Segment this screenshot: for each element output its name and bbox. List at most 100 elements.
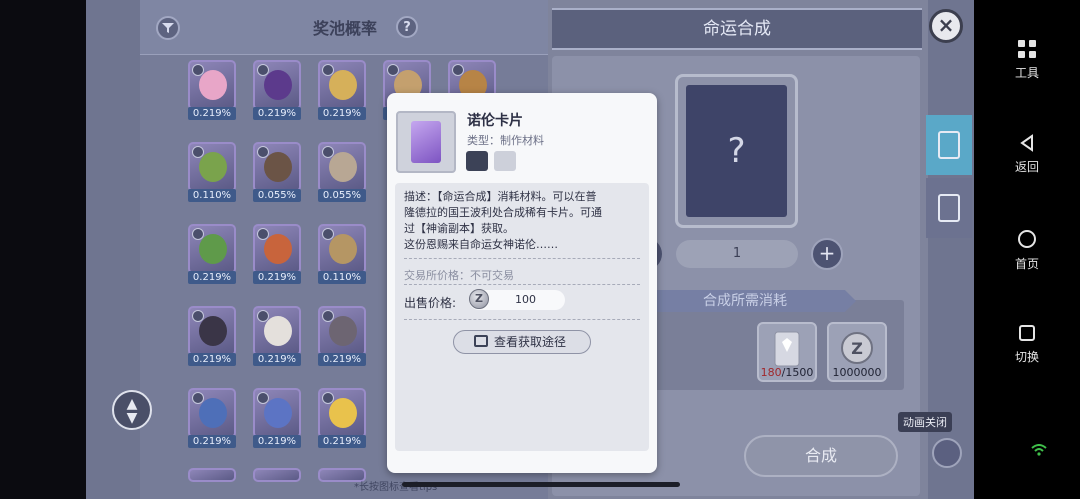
quantity-input[interactable]: 1: [676, 240, 798, 268]
pool-card[interactable]: 0.055%: [253, 142, 301, 204]
plus-button[interactable]: +: [811, 238, 843, 270]
source-list-icon: [474, 335, 488, 347]
material-norn-card[interactable]: 180/1500: [757, 322, 817, 382]
drop-rate: 0.055%: [318, 189, 366, 202]
monster-portrait: [329, 316, 357, 346]
monster-portrait: [329, 234, 357, 264]
card-art: [253, 224, 301, 274]
card-art: [188, 224, 236, 274]
card-type-badge: [322, 146, 334, 158]
zeny-coin-icon: Z: [841, 332, 873, 364]
pool-card[interactable]: 0.219%: [253, 224, 301, 286]
animation-toggle[interactable]: [932, 438, 962, 468]
norn-card-image: [411, 121, 441, 163]
monster-portrait: [199, 398, 227, 428]
desc-line: 隆德拉的国王波利处合成稀有卡片。可通: [404, 206, 602, 219]
close-button[interactable]: ×: [929, 9, 963, 43]
card-type-badge: [257, 64, 269, 76]
material-norn-count: 180/1500: [760, 366, 814, 379]
synthesize-button[interactable]: 合成: [744, 435, 898, 477]
drop-rate: 0.219%: [188, 353, 236, 366]
card-art: [188, 388, 236, 438]
tab-card-exchange[interactable]: [926, 178, 972, 238]
pool-card[interactable]: 0.219%: [253, 306, 301, 368]
home-indicator[interactable]: [402, 482, 680, 487]
pool-card[interactable]: 0.219%: [318, 388, 366, 450]
pool-card-partial[interactable]: [188, 468, 236, 498]
divider: [404, 258, 640, 259]
pool-card[interactable]: 0.219%: [253, 60, 301, 122]
nav-switch[interactable]: 切换: [974, 324, 1080, 365]
sell-price-value: 100: [515, 293, 536, 306]
card-art: [253, 306, 301, 356]
drop-rate: 0.219%: [253, 271, 301, 284]
system-nav-bar: 工具 返回 首页 切换: [974, 0, 1080, 499]
book-icon[interactable]: [494, 151, 516, 171]
material-zeny[interactable]: Z 1000000: [827, 322, 887, 382]
card-type-badge: [192, 310, 204, 322]
nav-back[interactable]: 返回: [974, 134, 1080, 175]
drop-rate: 0.219%: [318, 107, 366, 120]
card-type-badge: [257, 228, 269, 240]
card-type-badge: [257, 310, 269, 322]
pool-card[interactable]: 0.219%: [188, 388, 236, 450]
card-type-badge: [192, 146, 204, 158]
pool-card[interactable]: 0.219%: [318, 60, 366, 122]
card-art: [318, 388, 366, 438]
drop-rate: 0.110%: [188, 189, 236, 202]
nav-home[interactable]: 首页: [974, 229, 1080, 272]
drop-rate: 0.219%: [253, 435, 301, 448]
tab-card-synthesis[interactable]: [926, 115, 972, 175]
sell-price-label: 出售价格:: [404, 296, 457, 310]
card-art: [253, 388, 301, 438]
home-icon: [1018, 230, 1036, 248]
card-icon: [938, 131, 960, 159]
cost-title: 合成所需消耗: [634, 290, 856, 312]
pool-card[interactable]: 0.110%: [188, 142, 236, 204]
pool-card[interactable]: 0.219%: [188, 306, 236, 368]
view-source-button[interactable]: 查看获取途径: [453, 330, 591, 354]
wifi-icon: [1031, 444, 1047, 456]
pool-card-partial[interactable]: [253, 468, 301, 498]
card-type-badge: [192, 228, 204, 240]
scroll-toggle-button[interactable]: ▲ ▼: [112, 390, 152, 430]
card-type-badge: [452, 64, 464, 76]
desc-line: 这份恩赐来自命运女神诺伦……: [404, 238, 558, 251]
item-tooltip: 诺伦卡片 类型：制作材料 描述：【命运合成】消耗材料。可以在普 隆德拉的国王波利…: [387, 93, 657, 473]
nav-tools-label: 工具: [1014, 66, 1039, 80]
back-icon: [1020, 134, 1033, 152]
drop-rate: 0.219%: [188, 435, 236, 448]
card-art: [188, 468, 236, 482]
synthesis-title: 命运合成: [552, 8, 922, 50]
up-down-arrows-icon: ▲ ▼: [126, 396, 138, 426]
grid-icon: [1018, 40, 1036, 58]
card-type-badge: [322, 228, 334, 240]
nav-tools[interactable]: 工具: [974, 40, 1080, 81]
pool-card[interactable]: 0.219%: [253, 388, 301, 450]
item-thumbnail: [396, 111, 456, 173]
item-type: 类型：制作材料: [467, 134, 544, 147]
catalog-icon[interactable]: [466, 151, 488, 171]
pool-card[interactable]: 0.055%: [318, 142, 366, 204]
drop-rate: 0.219%: [253, 107, 301, 120]
card-type-badge: [322, 64, 334, 76]
drop-rate: 0.219%: [188, 271, 236, 284]
monster-portrait: [264, 398, 292, 428]
pool-card[interactable]: 0.219%: [188, 224, 236, 286]
card-type-badge: [322, 392, 334, 404]
monster-portrait: [199, 316, 227, 346]
trade-price: 交易所价格：不可交易: [404, 269, 514, 282]
result-card-slot[interactable]: ?: [675, 74, 798, 228]
monster-portrait: [329, 70, 357, 100]
monster-portrait: [264, 152, 292, 182]
pool-card[interactable]: 0.110%: [318, 224, 366, 286]
monster-portrait: [199, 234, 227, 264]
card-art: [188, 60, 236, 110]
card-type-badge: [257, 392, 269, 404]
monster-portrait: [329, 398, 357, 428]
monster-portrait: [329, 152, 357, 182]
pool-card[interactable]: 0.219%: [188, 60, 236, 122]
monster-portrait: [199, 70, 227, 100]
pool-card[interactable]: 0.219%: [318, 306, 366, 368]
help-button[interactable]: ?: [396, 16, 418, 38]
